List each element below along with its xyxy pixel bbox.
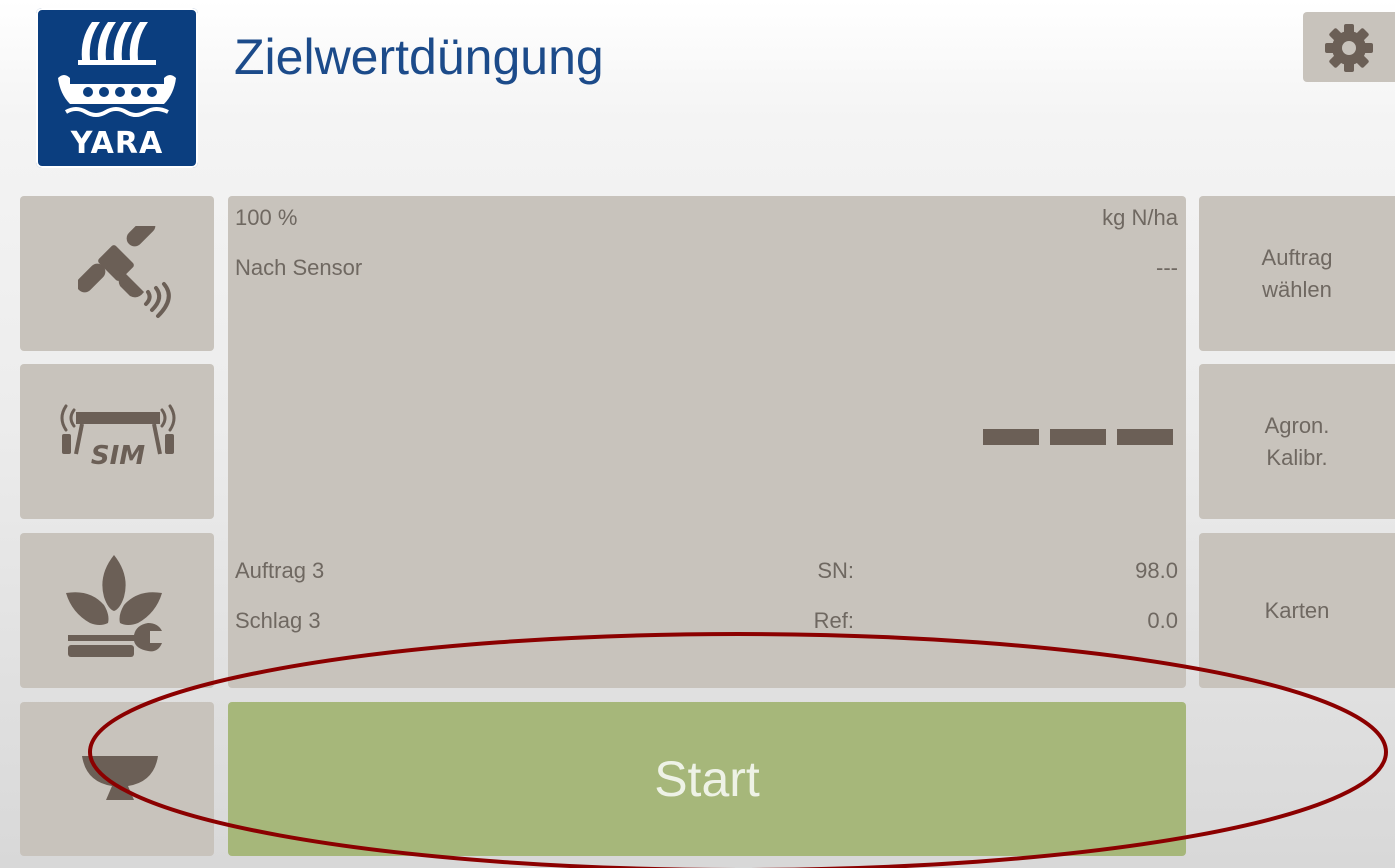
rate-percent: 100 % xyxy=(235,205,298,230)
mode-label: Nach Sensor xyxy=(235,255,363,280)
agron-calibration-button[interactable]: Agron. Kalibr. xyxy=(1199,364,1395,519)
crop-settings-button[interactable] xyxy=(20,533,214,688)
select-job-label-line1: Auftrag xyxy=(1261,244,1333,270)
start-label: Start xyxy=(654,751,760,807)
agron-calibration-label-line2: Kalibr. xyxy=(1266,444,1328,470)
sn-label: SN: xyxy=(817,558,854,583)
status-panel: 100 % kg N/ha Nach Sensor --- Auftrag 3 … xyxy=(228,196,1186,688)
sim-boom-icon: SIM xyxy=(60,404,176,471)
maps-label: Karten xyxy=(1264,597,1330,623)
ref-label: Ref: xyxy=(813,608,854,633)
svg-text:SIM: SIM xyxy=(91,441,145,471)
rate-display-dash xyxy=(983,429,1039,445)
gear-icon xyxy=(1325,24,1373,72)
hopper-button[interactable] xyxy=(20,702,214,856)
satellite-icon xyxy=(78,226,171,318)
ref-value: 0.0 xyxy=(1147,608,1178,633)
rate-display-dash xyxy=(1050,429,1106,445)
mode-value: --- xyxy=(1156,255,1178,280)
select-job-button[interactable]: Auftrag wählen xyxy=(1199,196,1395,351)
maps-button[interactable]: Karten xyxy=(1199,533,1395,688)
plant-wrench-icon xyxy=(66,555,162,657)
bowl-icon xyxy=(82,756,158,800)
start-button[interactable]: Start xyxy=(228,702,1186,856)
settings-button[interactable] xyxy=(1303,12,1395,82)
gps-button[interactable] xyxy=(20,196,214,351)
field-name: Schlag 3 xyxy=(235,608,321,633)
agron-calibration-label-line1: Agron. xyxy=(1264,412,1330,438)
rate-display-dash xyxy=(1117,429,1173,445)
job-name: Auftrag 3 xyxy=(235,558,325,583)
yara-logo: YARA xyxy=(36,8,198,168)
sn-value: 98.0 xyxy=(1135,558,1178,583)
select-job-label-line2: wählen xyxy=(1262,276,1332,302)
rate-unit: kg N/ha xyxy=(1102,205,1178,230)
sim-button[interactable]: SIM xyxy=(20,364,214,519)
logo-text: YARA xyxy=(70,126,164,161)
page-title: Zielwertdüngung xyxy=(234,29,604,85)
